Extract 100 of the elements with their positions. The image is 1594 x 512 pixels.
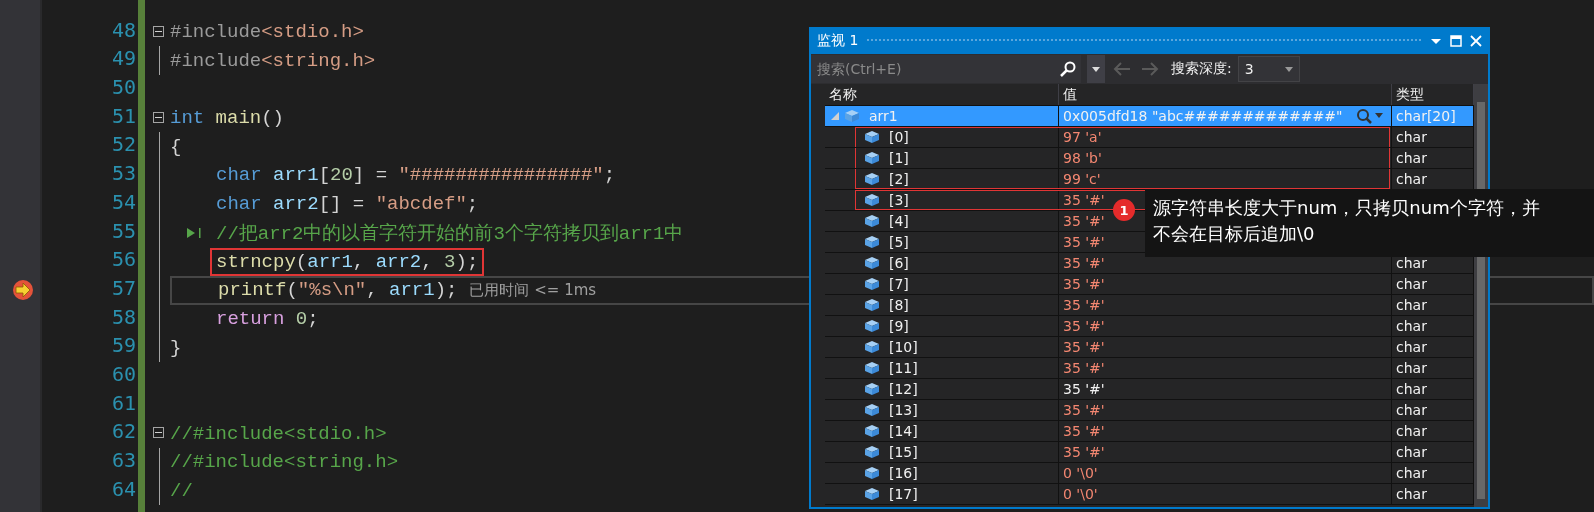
variable-name: [1] — [889, 150, 909, 166]
variable-icon — [865, 215, 879, 227]
variable-icon — [865, 236, 879, 248]
variable-value: 35 '#' — [1063, 297, 1105, 313]
variable-icon — [865, 383, 879, 395]
variable-name: arr1 — [869, 108, 898, 124]
variable-name: [6] — [889, 255, 909, 271]
line-number: 57 — [111, 275, 136, 300]
variable-name: [15] — [889, 444, 918, 460]
variable-icon — [865, 488, 879, 500]
variable-icon — [865, 152, 879, 164]
variable-name: [12] — [889, 381, 918, 397]
variable-value: 35 '#' — [1063, 423, 1105, 439]
code-line: char arr1[20] = "################"; — [216, 164, 616, 187]
variable-value: 35 '#' — [1063, 381, 1105, 397]
code-line: return 0; — [216, 307, 319, 330]
line-number: 58 — [111, 304, 136, 329]
run-to-cursor-icon[interactable] — [186, 226, 204, 239]
variable-type: char — [1396, 381, 1427, 397]
caret-icon — [1092, 66, 1100, 72]
variable-icon — [845, 110, 859, 122]
line-number: 54 — [111, 189, 136, 214]
variable-type: char — [1396, 150, 1427, 166]
search-depth-label: 搜索深度: — [1171, 60, 1232, 78]
code-line: char arr2[] = "abcdef"; — [216, 193, 479, 216]
close-icon[interactable] — [1470, 34, 1482, 47]
variable-value: 35 '#' — [1063, 255, 1105, 271]
variable-icon — [865, 257, 879, 269]
line-number: 59 — [111, 333, 136, 358]
variable-icon — [865, 173, 879, 185]
variable-icon — [865, 467, 879, 479]
variable-type: char[20] — [1396, 108, 1456, 124]
variable-icon — [865, 320, 879, 332]
line-number: 51 — [111, 103, 136, 128]
window-title: 监视 1 — [817, 31, 859, 50]
variable-name: [8] — [889, 297, 909, 313]
code-line: { — [170, 135, 182, 158]
collapse-icon[interactable] — [153, 427, 164, 439]
variable-name: [17] — [889, 486, 918, 502]
line-number: 52 — [111, 132, 136, 157]
variable-type: char — [1396, 339, 1427, 355]
variable-value: 35 '#' — [1063, 339, 1105, 355]
code-line: printf("%s\n", arr1); — [218, 279, 458, 302]
caret-icon — [1284, 66, 1293, 72]
variable-type: char — [1396, 360, 1427, 376]
variable-type: char — [1396, 444, 1427, 460]
variable-value: 35 '#' — [1063, 213, 1105, 229]
line-number: 63 — [111, 448, 136, 472]
variable-value: 99 'c' — [1063, 171, 1101, 187]
line-number: 60 — [111, 361, 136, 386]
search-field[interactable]: 搜索(Ctrl+E) — [811, 61, 1059, 77]
variable-type: char — [1396, 465, 1427, 481]
code-line: // — [170, 480, 193, 503]
variable-type: char — [1396, 255, 1427, 271]
variable-type: char — [1396, 171, 1427, 187]
variable-type: char — [1396, 318, 1427, 334]
variable-name: [2] — [889, 171, 909, 187]
line-number: 48 — [111, 17, 136, 42]
variable-name: [14] — [889, 423, 918, 439]
variable-type: char — [1396, 402, 1427, 418]
maximize-icon[interactable] — [1450, 34, 1462, 47]
variable-value: 0x005dfd18 "abc#############" — [1063, 108, 1343, 124]
variable-type: char — [1396, 423, 1427, 439]
code-line: //#include<string.h> — [170, 451, 399, 474]
variable-icon — [865, 362, 879, 374]
variable-icon — [865, 299, 879, 311]
code-line: #include<string.h> — [170, 49, 376, 72]
variable-icon — [865, 446, 879, 458]
variable-value: 97 'a' — [1063, 129, 1102, 145]
line-number: 55 — [111, 218, 136, 243]
variable-name: [4] — [889, 213, 909, 229]
search-icon[interactable] — [1059, 60, 1077, 78]
variable-value: 35 '#' — [1063, 402, 1105, 418]
variable-type: char — [1396, 297, 1427, 313]
code-line: //#include<stdio.h> — [170, 422, 387, 445]
search-box[interactable]: 搜索(Ctrl+E) — [811, 55, 1081, 83]
search-options-button[interactable] — [1087, 55, 1105, 83]
collapse-icon[interactable] — [153, 25, 164, 37]
variable-value: 35 '#' — [1063, 234, 1105, 250]
variable-value: 35 '#' — [1063, 276, 1105, 292]
collapse-icon[interactable] — [153, 111, 164, 123]
line-number: 56 — [111, 247, 136, 272]
variable-name: [5] — [889, 234, 909, 250]
code-line: //把arr2中的以首字符开始的前3个字符拷贝到arr1中 — [216, 221, 684, 246]
variable-value: 98 'b' — [1063, 150, 1102, 166]
variable-icon — [865, 131, 879, 143]
variable-name: [13] — [889, 402, 918, 418]
text-visualizer-icon[interactable] — [1355, 108, 1385, 124]
variable-name: [7] — [889, 276, 909, 292]
variable-value: 35 '#' — [1063, 360, 1105, 376]
line-number: 49 — [111, 46, 136, 71]
variable-type: char — [1396, 276, 1427, 292]
line-number: 62 — [111, 419, 136, 444]
line-number: 64 — [111, 476, 136, 501]
variable-name: [16] — [889, 465, 918, 481]
line-number: 53 — [111, 161, 136, 186]
variable-value: 35 '#' — [1063, 318, 1105, 334]
elapsed-time-hint: 已用时间 <= 1ms — [469, 280, 597, 300]
search-depth-dropdown[interactable]: 3 — [1237, 56, 1300, 82]
line-number: 50 — [111, 75, 136, 100]
